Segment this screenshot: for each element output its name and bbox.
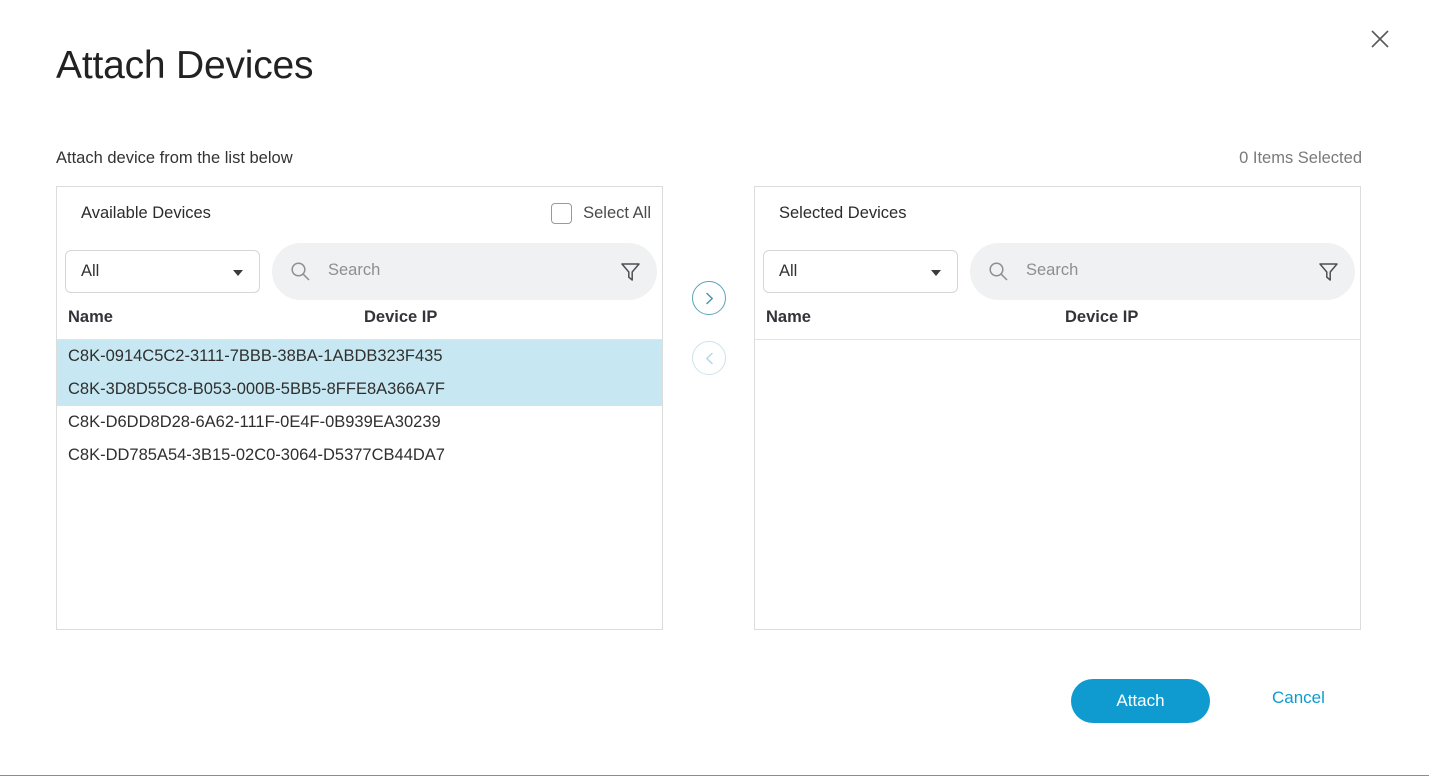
chevron-down-icon: [233, 270, 243, 276]
available-devices-list[interactable]: C8K-0914C5C2-3111-7BBB-38BA-1ABDB323F435…: [57, 340, 662, 629]
available-type-dropdown-value: All: [81, 262, 100, 280]
attach-devices-dialog: Attach Devices Attach device from the li…: [0, 0, 1429, 775]
table-row[interactable]: C8K-3D8D55C8-B053-000B-5BB5-8FFE8A366A7F: [57, 373, 662, 406]
selected-devices-title: Selected Devices: [779, 204, 907, 222]
search-icon: [290, 261, 311, 282]
available-devices-header: Available Devices Select All: [57, 187, 662, 243]
selected-search-field[interactable]: Search: [970, 243, 1355, 300]
select-all-control[interactable]: Select All: [551, 203, 651, 224]
dialog-subtitle: Attach device from the list below: [56, 149, 293, 167]
device-name: C8K-3D8D55C8-B053-000B-5BB5-8FFE8A366A7F: [68, 380, 445, 398]
selected-filter-row: All Search: [755, 243, 1360, 300]
items-selected-count: 0 Items Selected: [1239, 149, 1362, 167]
select-all-label: Select All: [583, 204, 651, 222]
chevron-down-icon: [931, 270, 941, 276]
column-header-device-ip[interactable]: Device IP: [364, 308, 437, 327]
selected-devices-header: Selected Devices: [755, 187, 1360, 243]
table-row[interactable]: C8K-0914C5C2-3111-7BBB-38BA-1ABDB323F435: [57, 340, 662, 373]
column-header-name[interactable]: Name: [68, 308, 113, 327]
selected-search-placeholder: Search: [1026, 261, 1079, 279]
selected-type-dropdown[interactable]: All: [763, 250, 958, 293]
cancel-button[interactable]: Cancel: [1272, 688, 1325, 708]
available-search-field[interactable]: Search: [272, 243, 657, 300]
available-table-header: Name Device IP: [57, 300, 662, 340]
search-icon: [988, 261, 1009, 282]
attach-button[interactable]: Attach: [1071, 679, 1210, 723]
page-title: Attach Devices: [56, 44, 314, 87]
available-filter-row: All Search: [57, 243, 662, 300]
selected-type-dropdown-value: All: [779, 262, 798, 280]
device-name: C8K-DD785A54-3B15-02C0-3064-D5377CB44DA7: [68, 446, 445, 464]
funnel-icon[interactable]: [1317, 260, 1340, 283]
available-type-dropdown[interactable]: All: [65, 250, 260, 293]
move-right-button[interactable]: [692, 281, 726, 315]
table-row[interactable]: C8K-DD785A54-3B15-02C0-3064-D5377CB44DA7: [57, 439, 662, 472]
available-search-placeholder: Search: [328, 261, 381, 279]
available-devices-panel: Available Devices Select All All Search: [56, 186, 663, 630]
transfer-controls: [692, 281, 726, 375]
close-icon[interactable]: [1363, 22, 1397, 56]
select-all-checkbox[interactable]: [551, 203, 573, 224]
table-row[interactable]: C8K-D6DD8D28-6A62-111F-0E4F-0B939EA30239: [57, 406, 662, 439]
device-name: C8K-D6DD8D28-6A62-111F-0E4F-0B939EA30239: [68, 413, 441, 431]
available-devices-title: Available Devices: [81, 204, 211, 222]
selected-table-header: Name Device IP: [755, 300, 1360, 340]
selected-devices-panel: Selected Devices All Search Name Device …: [754, 186, 1361, 630]
funnel-icon[interactable]: [619, 260, 642, 283]
selected-devices-list[interactable]: [755, 340, 1360, 629]
column-header-device-ip[interactable]: Device IP: [1065, 308, 1138, 327]
background-page-bottom-border: [0, 775, 1429, 776]
column-header-name[interactable]: Name: [766, 308, 811, 327]
device-name: C8K-0914C5C2-3111-7BBB-38BA-1ABDB323F435: [68, 347, 443, 365]
move-left-button[interactable]: [692, 341, 726, 375]
